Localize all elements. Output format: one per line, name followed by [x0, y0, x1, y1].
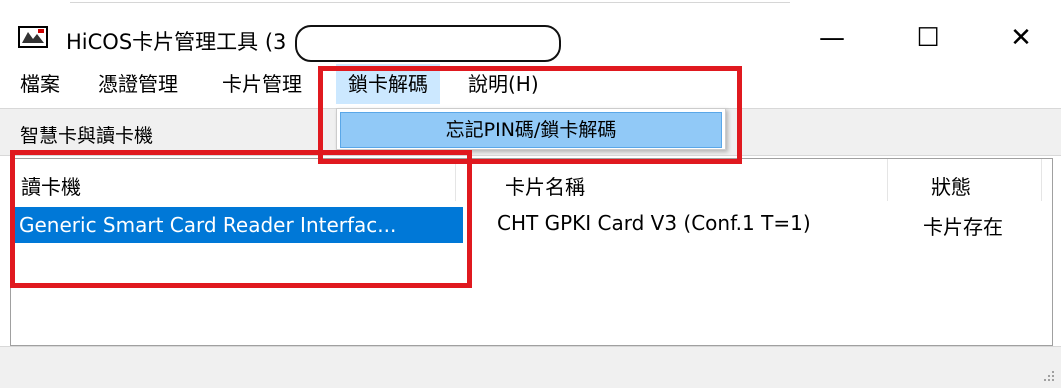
table-row-status-cell[interactable]: 卡片存在: [923, 211, 1003, 240]
column-header-reader[interactable]: 讀卡機: [21, 171, 81, 200]
hicos-card-icon: [18, 26, 48, 48]
table-row-reader-cell[interactable]: Generic Smart Card Reader Interfac...: [15, 207, 463, 243]
menu-unlock-card[interactable]: 鎖卡解碼: [336, 64, 440, 104]
unlock-dropdown-menu: 忘記PIN碼/鎖卡解碼: [336, 108, 726, 150]
table-row-card-name-cell[interactable]: CHT GPKI Card V3 (Conf.1 T=1): [497, 211, 811, 235]
menu-help[interactable]: 說明(H): [468, 64, 539, 104]
menu-file[interactable]: 檔案: [20, 64, 60, 104]
title-bar: HiCOS卡片管理工具 (3 — ☐ ✕: [0, 8, 1061, 64]
column-header-status[interactable]: 狀態: [931, 171, 971, 200]
resize-grip-icon[interactable]: [1041, 368, 1055, 382]
minimize-button[interactable]: —: [806, 18, 858, 58]
status-bar: [0, 346, 1061, 388]
menu-bar: 檔案 憑證管理 卡片管理 鎖卡解碼 說明(H): [0, 64, 1061, 104]
menu-certificate-management[interactable]: 憑證管理: [98, 64, 178, 104]
menu-item-forgot-pin-unlock[interactable]: 忘記PIN碼/鎖卡解碼: [340, 112, 722, 148]
menu-card-management[interactable]: 卡片管理: [222, 64, 302, 104]
panel-title: 智慧卡與讀卡機: [20, 125, 154, 147]
column-divider[interactable]: [887, 159, 888, 201]
background-window-edge: [0, 0, 1061, 8]
maximize-button[interactable]: ☐: [902, 18, 954, 58]
column-divider[interactable]: [455, 159, 456, 201]
close-button[interactable]: ✕: [995, 18, 1047, 58]
window-title: HiCOS卡片管理工具 (3: [66, 30, 287, 54]
reader-list: 讀卡機 卡片名稱 狀態 Generic Smart Card Reader In…: [10, 158, 1053, 346]
column-header-card-name[interactable]: 卡片名稱: [505, 171, 585, 200]
redaction-overlay: [295, 25, 561, 62]
column-divider[interactable]: [1041, 159, 1042, 201]
